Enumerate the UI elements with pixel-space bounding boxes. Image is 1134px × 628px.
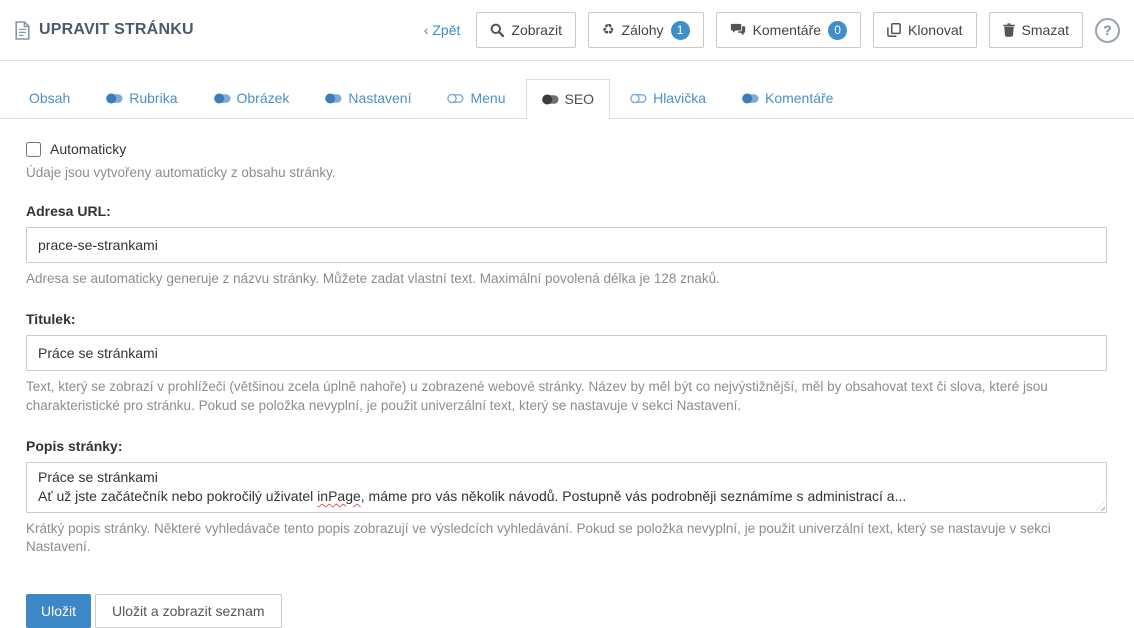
toggle-on-icon bbox=[213, 93, 231, 104]
chevron-left-icon: ‹ bbox=[423, 22, 429, 38]
save-button[interactable]: Uložit bbox=[26, 594, 92, 628]
automatic-checkbox[interactable] bbox=[26, 141, 41, 157]
tab-nastaveni[interactable]: Nastavení bbox=[309, 78, 427, 118]
topbar-actions: ‹ Zpět Zobrazit ♻ Zálohy 1 Komentáře 0 K… bbox=[424, 12, 1120, 48]
search-icon bbox=[490, 23, 505, 38]
toggle-on-icon bbox=[325, 93, 342, 104]
tab-seo[interactable]: SEO bbox=[525, 79, 611, 119]
clone-icon bbox=[887, 23, 901, 37]
file-text-icon bbox=[14, 20, 31, 40]
textarea-resize-handle[interactable] bbox=[1095, 500, 1105, 511]
automatic-checkbox-row: Automaticky bbox=[26, 141, 1107, 157]
form-footer: Uložit Uložit a zobrazit seznam bbox=[0, 594, 1134, 628]
page-title-wrap: UPRAVIT STRÁNKU bbox=[14, 20, 194, 40]
title-help-text: Text, který se zobrazí v prohlížeči (vět… bbox=[26, 379, 1048, 413]
help-icon[interactable]: ? bbox=[1095, 17, 1120, 43]
save-and-list-button[interactable]: Uložit a zobrazit seznam bbox=[95, 594, 282, 628]
tab-komentare[interactable]: Komentáře bbox=[726, 78, 849, 118]
description-help-text: Krátký popis stránky. Některé vyhledávač… bbox=[26, 520, 1051, 555]
description-line2: Ať už jste začátečník nebo pokročilý uži… bbox=[38, 487, 907, 504]
url-input[interactable] bbox=[26, 227, 1107, 264]
tab-hlavicka[interactable]: Hlavička bbox=[614, 78, 722, 118]
comments-icon bbox=[729, 23, 746, 37]
description-label: Popis stránky: bbox=[26, 437, 123, 454]
toggle-on-icon bbox=[541, 94, 559, 105]
comments-count-badge: 0 bbox=[828, 20, 848, 40]
backups-count-badge: 1 bbox=[670, 20, 690, 40]
toggle-off-icon bbox=[630, 93, 647, 104]
tab-bar: Obsah Rubrika Obrázek Nastavení Menu SEO… bbox=[0, 78, 1134, 119]
url-label: Adresa URL: bbox=[26, 203, 111, 220]
clone-button[interactable]: Klonovat bbox=[873, 12, 977, 48]
page-header: UPRAVIT STRÁNKU ‹ Zpět Zobrazit ♻ Zálohy … bbox=[0, 0, 1134, 61]
title-label: Titulek: bbox=[26, 311, 76, 328]
backups-button[interactable]: ♻ Zálohy 1 bbox=[587, 12, 704, 48]
tab-obsah[interactable]: Obsah bbox=[13, 78, 86, 118]
misspelled-word: inPage bbox=[317, 487, 361, 504]
description-line1: Práce se stránkami bbox=[38, 468, 158, 485]
tab-menu[interactable]: Menu bbox=[431, 78, 521, 118]
tab-rubrika[interactable]: Rubrika bbox=[90, 78, 193, 118]
seo-form: Automaticky Údaje jsou vytvořeny automat… bbox=[0, 119, 1134, 556]
title-input[interactable] bbox=[26, 335, 1107, 372]
trash-icon bbox=[1002, 23, 1015, 37]
toggle-on-icon bbox=[742, 93, 759, 104]
page-title: UPRAVIT STRÁNKU bbox=[39, 21, 194, 38]
back-link[interactable]: ‹ Zpět bbox=[424, 22, 461, 38]
delete-button[interactable]: Smazat bbox=[988, 12, 1083, 48]
toggle-on-icon bbox=[106, 93, 123, 104]
comments-button[interactable]: Komentáře 0 bbox=[715, 12, 862, 48]
toggle-off-icon bbox=[447, 93, 464, 104]
description-textarea[interactable]: Práce se stránkami Ať už jste začátečník… bbox=[26, 461, 1107, 513]
tab-obrazek[interactable]: Obrázek bbox=[198, 78, 306, 118]
recycle-icon: ♻ bbox=[601, 22, 615, 38]
automatic-help-text: Údaje jsou vytvořeny automaticky z obsah… bbox=[26, 165, 336, 180]
automatic-label: Automaticky bbox=[50, 141, 127, 157]
url-help-text: Adresa se automaticky generuje z názvu s… bbox=[26, 271, 720, 287]
view-button[interactable]: Zobrazit bbox=[476, 12, 576, 48]
